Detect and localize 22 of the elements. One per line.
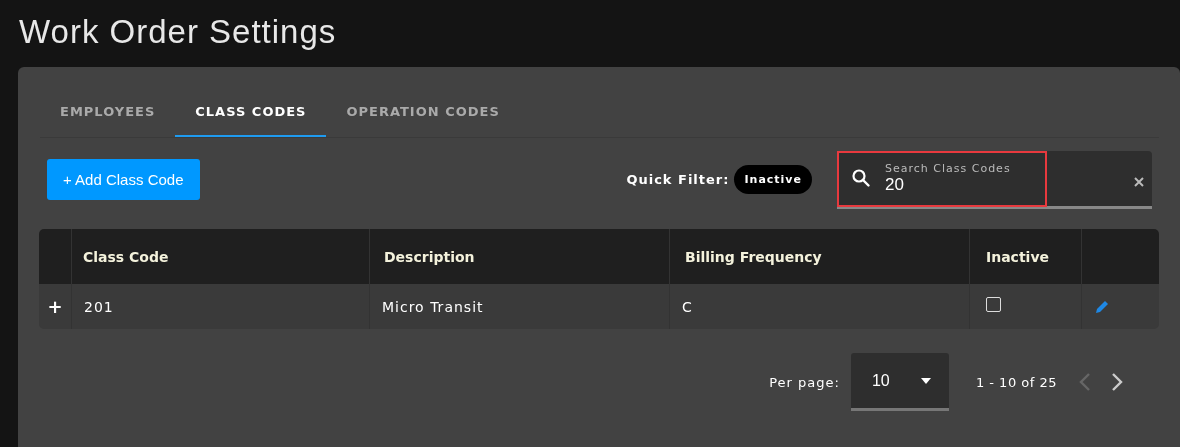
quick-filter-label: Quick Filter: (626, 172, 730, 187)
per-page-label: Per page: (769, 374, 840, 390)
tab[interactable]: EMPLOYEES (40, 87, 176, 137)
table-cell: C (670, 284, 970, 329)
table-cell: Micro Transit (370, 284, 670, 329)
search-icon (851, 168, 871, 188)
next-page-icon[interactable] (1111, 372, 1123, 392)
search-field[interactable]: Search Class Codes 20 (837, 150, 1152, 209)
pencil-icon[interactable] (1094, 298, 1110, 315)
caret-icon (920, 377, 931, 384)
page-title: Work Order Settings (18, 12, 338, 52)
table-cell: 201 (72, 284, 370, 329)
per-page-select[interactable]: 10 (850, 353, 949, 411)
close-icon[interactable] (1134, 176, 1144, 187)
search-input[interactable]: 20 (885, 174, 1005, 195)
filter-chip[interactable]: Inactive (734, 165, 812, 194)
page-range: 1 - 10 of 25 (975, 374, 1057, 390)
checkbox[interactable] (986, 296, 1001, 312)
search-label: Search Class Codes (885, 161, 1011, 175)
expand-button[interactable]: + (47, 296, 63, 317)
tab[interactable]: OPERATION CODES (326, 87, 520, 137)
tab[interactable]: CLASS CODES (175, 87, 327, 137)
